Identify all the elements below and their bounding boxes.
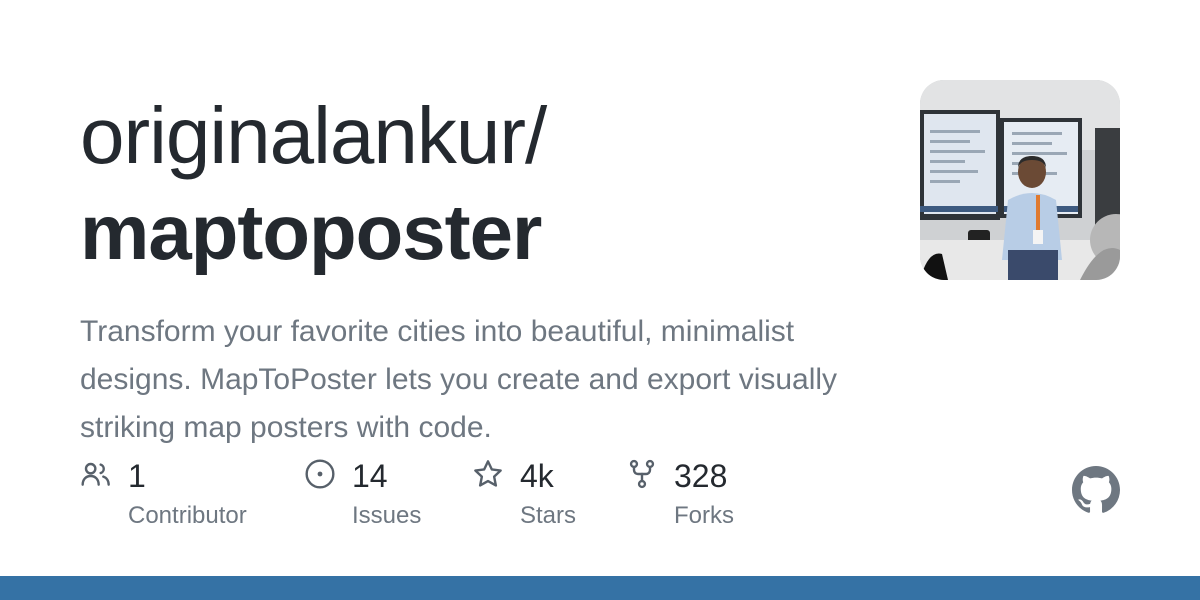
stat-issues[interactable]: 14 Issues	[304, 452, 454, 542]
issue-opened-icon	[304, 458, 336, 490]
github-logo-icon[interactable]	[1072, 466, 1120, 514]
stat-forks[interactable]: 328 Forks	[626, 452, 776, 542]
repo-owner[interactable]: originalankur/	[80, 88, 547, 184]
language-color-bar	[0, 576, 1200, 600]
social-preview-card: originalankur/ maptoposter Transform you…	[0, 0, 1200, 600]
forks-label: Forks	[674, 502, 734, 529]
people-icon	[80, 458, 112, 490]
stars-count: 4k	[520, 458, 554, 494]
repo-name[interactable]: maptoposter	[80, 184, 546, 280]
avatar-photo	[920, 80, 1120, 280]
stat-stars[interactable]: 4k Stars	[472, 452, 602, 542]
contributors-label: Contributor	[128, 502, 247, 529]
owner-avatar[interactable]	[920, 80, 1120, 280]
issues-count: 14	[352, 458, 388, 494]
stars-label: Stars	[520, 502, 577, 529]
star-icon	[472, 458, 504, 490]
repo-description: Transform your favorite cities into beau…	[80, 315, 838, 444]
repo-forked-icon	[626, 458, 658, 490]
repo-title[interactable]: originalankur/ maptoposter	[80, 88, 547, 280]
contributors-count: 1	[128, 458, 146, 494]
issues-label: Issues	[352, 502, 422, 529]
forks-count: 328	[674, 458, 728, 494]
stat-contributors[interactable]: 1 Contributor	[80, 452, 280, 542]
